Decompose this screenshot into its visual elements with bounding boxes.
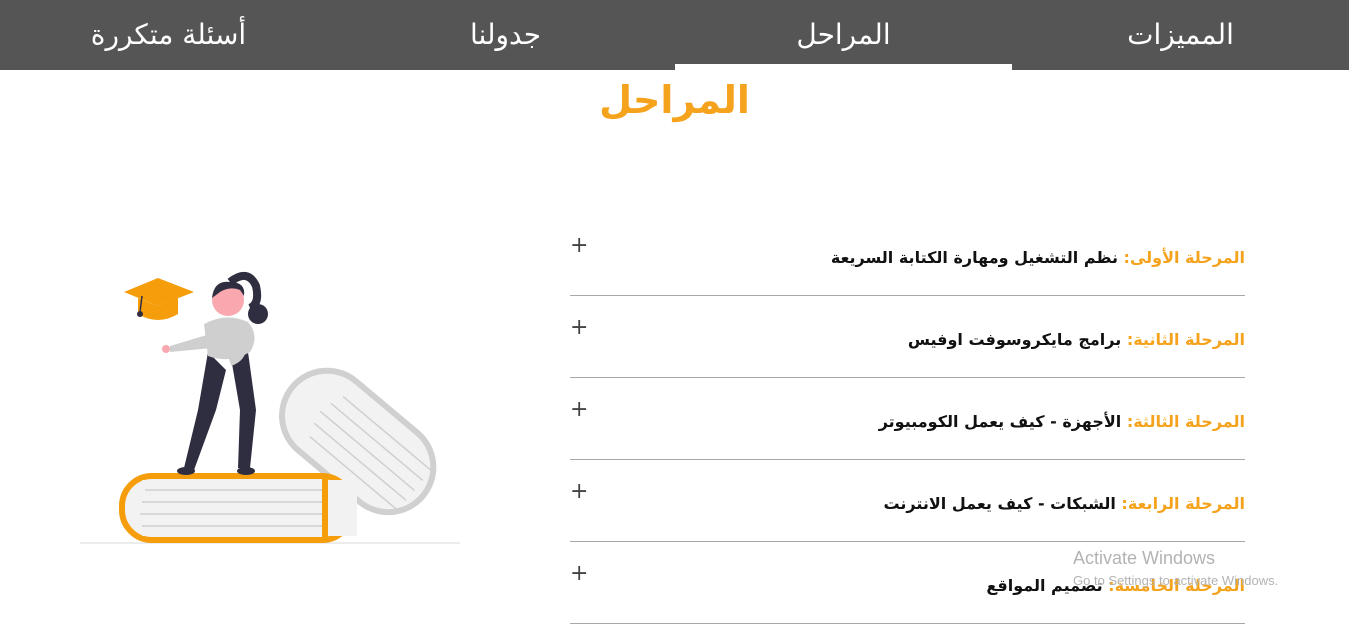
stage-text: الشبكات - كيف يعمل الانترنت — [883, 494, 1122, 513]
plus-icon[interactable]: + — [570, 481, 588, 503]
nav-item-schedule[interactable]: جدولنا — [337, 0, 674, 70]
accordion-item-stage-2[interactable]: + المرحلة الثانية: برامج مايكروسوفت اوفي… — [570, 296, 1245, 378]
plus-icon[interactable]: + — [570, 235, 588, 257]
nav-item-features[interactable]: المميزات — [1012, 0, 1349, 70]
plus-icon[interactable]: + — [570, 317, 588, 339]
stage-text: الأجهزة - كيف يعمل الكومبيوتر — [878, 412, 1127, 431]
stage-label: المرحلة الرابعة: — [1121, 494, 1245, 513]
accordion-item-title: المرحلة الأولى: نظم التشغيل ومهارة الكتا… — [831, 248, 1245, 267]
windows-activation-watermark: Activate Windows Go to Settings to activ… — [1073, 548, 1278, 588]
nav-item-faq[interactable]: أسئلة متكررة — [0, 0, 337, 70]
accordion-item-title: المرحلة الثالثة: الأجهزة - كيف يعمل الكو… — [879, 412, 1245, 431]
accordion-item-stage-3[interactable]: + المرحلة الثالثة: الأجهزة - كيف يعمل ال… — [570, 378, 1245, 460]
stage-text: برامج مايكروسوفت اوفيس — [907, 330, 1127, 349]
accordion-item-title: المرحلة الثانية: برامج مايكروسوفت اوفيس — [908, 330, 1245, 349]
stage-label: المرحلة الثانية: — [1126, 330, 1245, 349]
plus-icon[interactable]: + — [570, 399, 588, 421]
accordion-item-title: المرحلة الرابعة: الشبكات - كيف يعمل الان… — [883, 494, 1245, 513]
student-on-books-illustration — [80, 272, 460, 544]
watermark-subtitle: Go to Settings to activate Windows. — [1073, 573, 1279, 588]
nav-item-stages[interactable]: المراحل — [675, 0, 1012, 70]
watermark-title: Activate Windows — [1073, 548, 1216, 568]
stage-label: المرحلة الثالثة: — [1126, 412, 1245, 431]
plus-icon[interactable]: + — [570, 563, 588, 585]
stage-text: نظم التشغيل ومهارة الكتابة السريعة — [830, 248, 1124, 267]
stage-label: المرحلة الأولى: — [1123, 248, 1245, 267]
section-title: المراحل — [599, 78, 750, 122]
accordion-item-stage-1[interactable]: + المرحلة الأولى: نظم التشغيل ومهارة الك… — [570, 214, 1245, 296]
top-navigation: أسئلة متكررة جدولنا المراحل المميزات — [0, 0, 1349, 70]
accordion-item-stage-4[interactable]: + المرحلة الرابعة: الشبكات - كيف يعمل ال… — [570, 460, 1245, 542]
